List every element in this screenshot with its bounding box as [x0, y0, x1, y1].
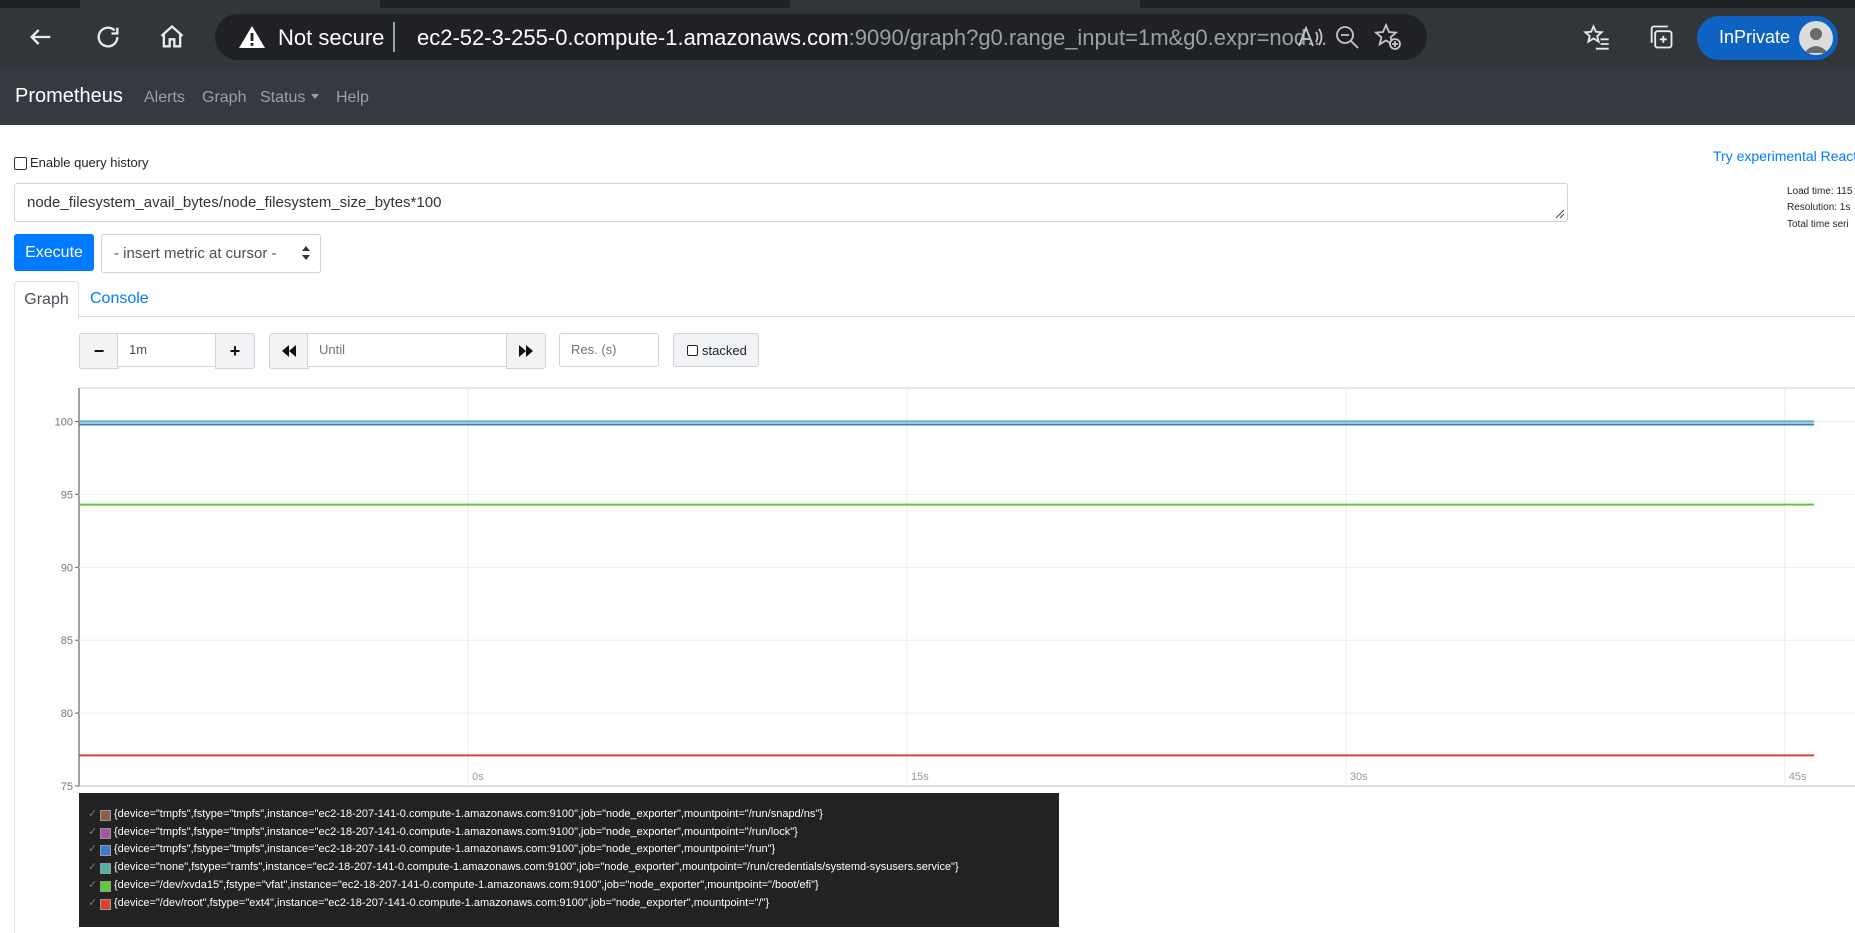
- legend-label: {device="tmpfs",fstype="tmpfs",instance=…: [114, 843, 776, 856]
- y-tick-label: 95: [61, 489, 73, 501]
- graph-legend: ✓ {device="tmpfs",fstype="tmpfs",instance…: [79, 793, 1059, 927]
- y-tick-label: 85: [61, 635, 73, 647]
- legend-label: {device="/dev/root",fstype="ext4",instan…: [114, 896, 770, 909]
- y-tick-label: 80: [61, 708, 73, 720]
- legend-color-swatch: [100, 845, 111, 857]
- legend-color-swatch: [100, 810, 111, 821]
- y-tick-label: 75: [61, 781, 73, 793]
- legend-color-swatch: [100, 863, 111, 875]
- legend-color-swatch: [100, 880, 111, 892]
- legend-label: {device="tmpfs",fstype="tmpfs",instance=…: [114, 808, 823, 820]
- x-tick-label: 0s: [472, 771, 484, 783]
- check-icon: ✓: [88, 861, 98, 874]
- check-icon: ✓: [88, 808, 98, 820]
- x-tick-label: 15s: [911, 771, 929, 783]
- check-icon: ✓: [88, 843, 98, 856]
- legend-label: {device="none",fstype="ramfs",instance="…: [114, 861, 959, 874]
- x-tick-label: 45s: [1789, 771, 1807, 783]
- legend-label: {device="tmpfs",fstype="tmpfs",instance=…: [114, 825, 798, 838]
- legend-color-swatch: [100, 827, 111, 839]
- check-icon: ✓: [88, 896, 98, 909]
- tab-graph[interactable]: Graph: [14, 281, 79, 319]
- check-icon: ✓: [88, 878, 98, 891]
- y-tick-label: 100: [55, 417, 73, 429]
- x-tick-label: 30s: [1350, 771, 1368, 783]
- legend-color-swatch: [100, 898, 111, 910]
- check-icon: ✓: [88, 825, 98, 838]
- y-tick-label: 90: [61, 562, 73, 574]
- legend-label: {device="/dev/xvda15",fstype="vfat",inst…: [114, 878, 819, 891]
